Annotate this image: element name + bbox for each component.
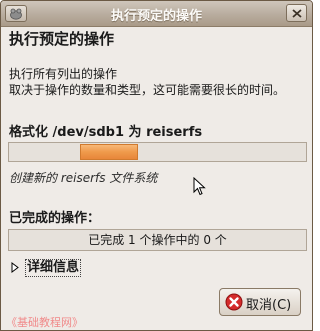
completed-operations-progress: 已完成 1 个操作中的 0 个 (8, 229, 307, 251)
title-bar[interactable]: 执行预定的操作 (1, 1, 312, 27)
description-line-1: 执行所有列出的操作 (9, 67, 118, 81)
close-icon (292, 9, 302, 18)
window-title: 执行预定的操作 (110, 9, 202, 24)
progress-pulse-indicator (80, 144, 138, 160)
operation-status-text: 创建新的 reiserfs 文件系统 (9, 171, 158, 185)
cancel-icon (225, 293, 243, 311)
mouse-cursor-icon (193, 177, 206, 196)
cancel-label: 取消(C) (246, 298, 292, 313)
description-line-2: 取决于操作的数量和类型，这可能需要很长的时间。 (9, 83, 286, 97)
expander-arrow-icon (11, 262, 19, 273)
details-label[interactable]: 详细信息 (25, 259, 82, 277)
close-button[interactable] (286, 4, 307, 22)
dialog-heading: 执行预定的操作 (9, 30, 115, 48)
completed-operations-label: 已完成的操作： (9, 211, 101, 226)
cancel-button[interactable]: 取消(C) (219, 288, 301, 316)
operation-title: 格式化 /dev/sdb1 为 reiserfs (9, 125, 203, 140)
operation-progress-bar (8, 142, 307, 162)
dialog-window: 执行预定的操作 执行预定的操作 执行所有列出的操作 取决于操作的数量和类型，这可… (0, 0, 313, 331)
watermark-text: 《基础教程网》 (6, 316, 83, 329)
